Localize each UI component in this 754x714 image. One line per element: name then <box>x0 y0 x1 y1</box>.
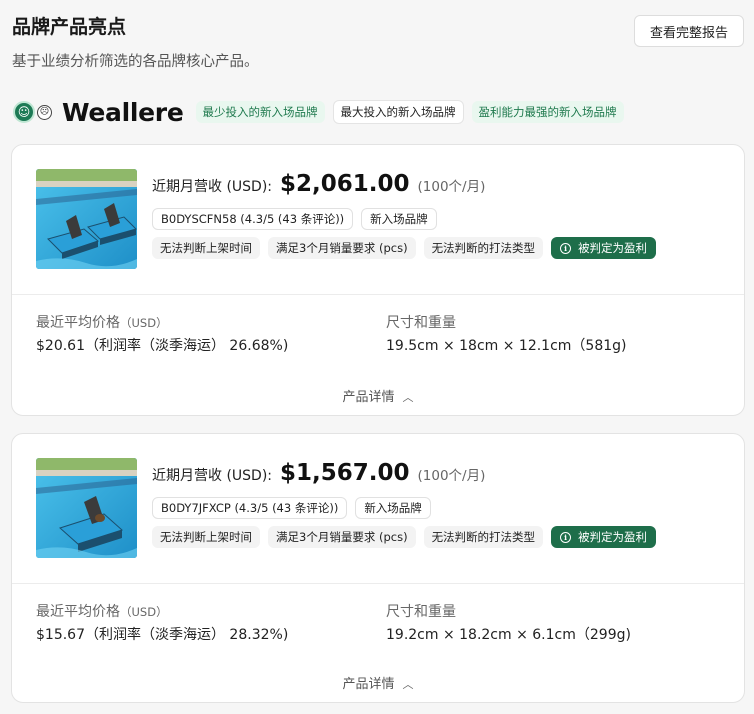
avg-price-label: 最近平均价格 <box>36 604 120 620</box>
avg-price-unit: （USD） <box>120 605 168 619</box>
listing-time-tag: 无法判断上架时间 <box>152 526 260 548</box>
profitable-label: 被判定为盈利 <box>578 530 648 544</box>
product-details-label: 产品详情 <box>342 677 395 692</box>
smile-icon: ☺ <box>13 101 35 123</box>
product-image[interactable] <box>36 458 137 558</box>
avg-price-label: 最近平均价格 <box>36 315 120 331</box>
product-image[interactable] <box>36 169 137 269</box>
product-card: 近期月营收 (USD): $1,567.00 (100个/月) B0DY7JFX… <box>11 433 745 703</box>
size-weight-value: 19.2cm × 18.2cm × 6.1cm（299g) <box>386 627 631 643</box>
chevron-up-icon: ︿ <box>402 391 414 404</box>
new-brand-tag: 新入场品牌 <box>361 208 437 230</box>
brand-tag: 最大投入的新入场品牌 <box>332 100 464 124</box>
avg-price-unit: （USD） <box>120 316 168 330</box>
product-details-toggle[interactable]: 产品详情 ︿ <box>12 673 744 692</box>
brand-tag: 盈利能力最强的新入场品牌 <box>471 101 624 123</box>
page-subtitle: 基于业绩分析筛选的各品牌核心产品。 <box>12 54 259 70</box>
new-brand-tag: 新入场品牌 <box>355 497 431 519</box>
size-weight-value: 19.5cm × 18cm × 12.1cm（581g) <box>386 338 627 354</box>
page-header: 品牌产品亮点 基于业绩分析筛选的各品牌核心产品。 查看完整报告 <box>12 12 744 72</box>
revenue-label: 近期月营收 (USD): <box>152 179 273 195</box>
revenue-unit: (100个/月) <box>417 179 486 195</box>
info-icon: i <box>560 531 572 543</box>
product-card: 近期月营收 (USD): $2,061.00 (100个/月) B0DYSCFN… <box>11 144 745 416</box>
brand-tag: 最少投入的新入场品牌 <box>195 101 325 123</box>
profitable-badge: i 被判定为盈利 <box>551 237 657 259</box>
revenue-unit: (100个/月) <box>417 468 486 484</box>
asin-tag[interactable]: B0DYSCFN58 (4.3/5 (43 条评论)) <box>152 208 354 230</box>
neutral-face-icon: ☹ <box>37 104 52 120</box>
listing-time-tag: 无法判断上架时间 <box>152 237 260 259</box>
sales-requirement-tag: 满足3个月销量要求 (pcs) <box>268 526 416 548</box>
avg-price-value: $15.67（利润率（淡季海运） 28.32%) <box>36 627 289 643</box>
size-weight-metric: 尺寸和重量 19.2cm × 18.2cm × 6.1cm（299g) <box>386 601 631 644</box>
brand-row: ☺ ☹ Weallere 最少投入的新入场品牌 最大投入的新入场品牌 盈利能力最… <box>13 97 744 127</box>
product-details-toggle[interactable]: 产品详情 ︿ <box>12 386 744 405</box>
avg-price-value: $20.61（利润率（淡季海运） 26.68%) <box>36 338 289 354</box>
avg-price-metric: 最近平均价格（USD） $20.61（利润率（淡季海运） 26.68%) <box>36 312 288 355</box>
size-weight-label: 尺寸和重量 <box>386 315 456 331</box>
view-full-report-button[interactable]: 查看完整报告 <box>634 15 744 47</box>
strategy-type-tag: 无法判断的打法类型 <box>423 526 544 548</box>
brand-name: Weallere <box>62 97 184 127</box>
revenue-value: $1,567.00 <box>280 460 410 486</box>
sales-requirement-tag: 满足3个月销量要求 (pcs) <box>268 237 416 259</box>
revenue-label: 近期月营收 (USD): <box>152 468 273 484</box>
info-icon: i <box>560 242 572 254</box>
revenue-value: $2,061.00 <box>280 171 410 197</box>
profitable-label: 被判定为盈利 <box>578 241 648 255</box>
size-weight-metric: 尺寸和重量 19.5cm × 18cm × 12.1cm（581g) <box>386 312 627 355</box>
asin-tag[interactable]: B0DY7JFXCP (4.3/5 (43 条评论)) <box>152 497 348 519</box>
strategy-type-tag: 无法判断的打法类型 <box>423 237 544 259</box>
avg-price-metric: 最近平均价格（USD） $15.67（利润率（淡季海运） 28.32%) <box>36 601 288 644</box>
profitable-badge: i 被判定为盈利 <box>551 526 657 548</box>
chevron-up-icon: ︿ <box>402 678 414 691</box>
product-details-label: 产品详情 <box>342 390 395 405</box>
size-weight-label: 尺寸和重量 <box>386 604 456 620</box>
